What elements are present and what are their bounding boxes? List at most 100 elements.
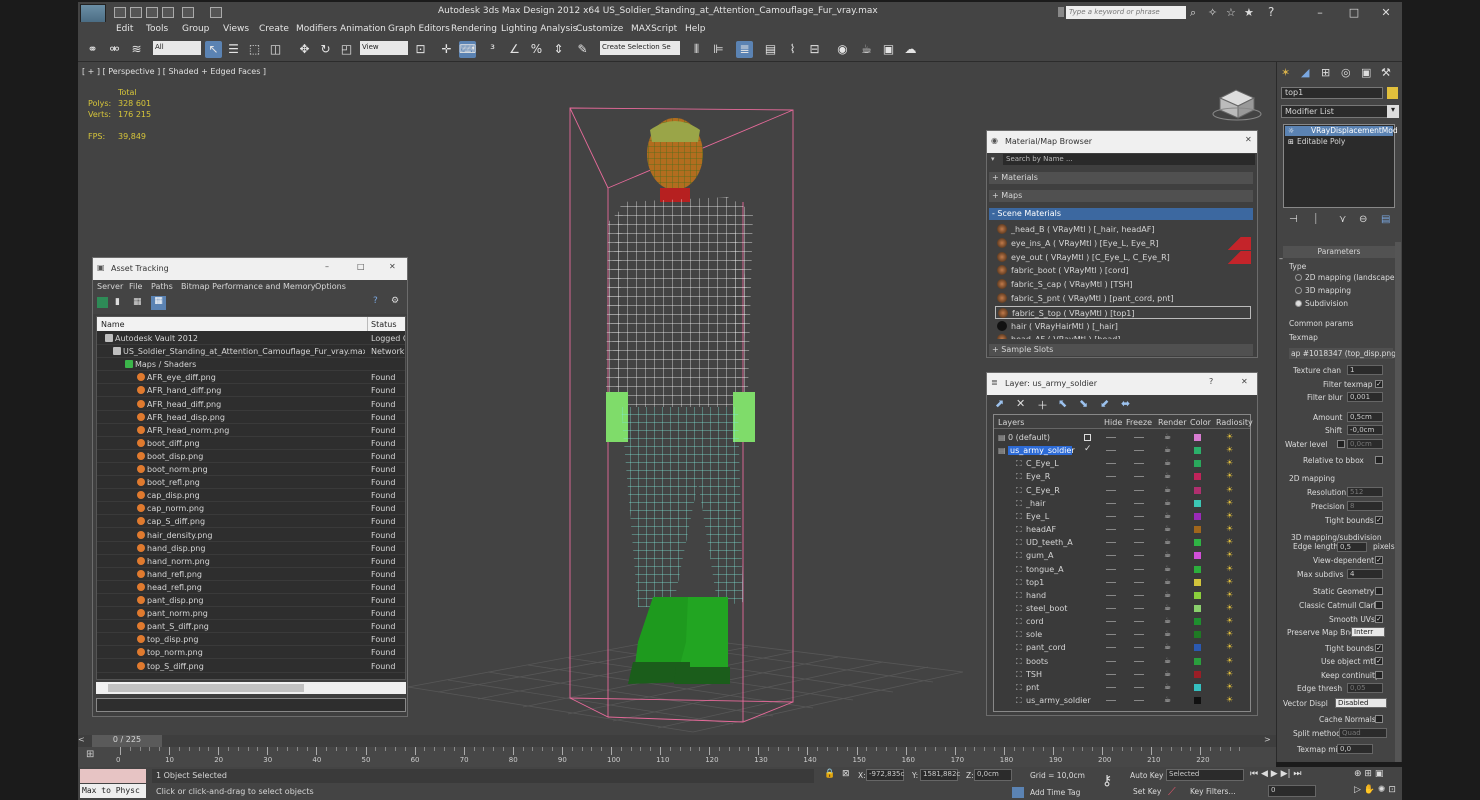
pin-stack-icon[interactable]: ⊣ <box>1289 214 1298 225</box>
minimize-button[interactable]: – <box>1306 4 1334 22</box>
layer-freeze-toggle[interactable] <box>1134 568 1144 570</box>
material-item[interactable]: head_AF ( VRayMtl ) [head] <box>995 333 1251 339</box>
layer-hide-toggle[interactable] <box>1106 515 1116 517</box>
teapot-render-icon[interactable]: ☕ <box>1164 511 1171 520</box>
asset-scroll-thumb[interactable] <box>108 684 304 692</box>
radiosity-icon[interactable]: ☀ <box>1226 432 1233 441</box>
layer-row[interactable]: ⛶ C_Eye_R ☕ ☀ <box>994 484 1250 497</box>
layer-color-swatch[interactable] <box>1194 539 1201 547</box>
teapot-render-icon[interactable]: ☕ <box>1164 695 1171 704</box>
layer-hide-toggle[interactable] <box>1106 594 1116 596</box>
radiosity-icon[interactable]: ☀ <box>1226 656 1233 665</box>
active-layer-checkbox[interactable] <box>1084 434 1091 441</box>
teapot-render-icon[interactable]: ☕ <box>1164 458 1171 467</box>
smooth-uvs-label[interactable]: Smooth UVs <box>1329 615 1375 624</box>
remove-modifier-icon[interactable]: ⊖ <box>1359 214 1367 225</box>
layer-freeze-toggle[interactable] <box>1134 621 1144 623</box>
unlink-icon[interactable]: ⚮ <box>106 41 123 58</box>
preserve-map-dropdown[interactable]: Interr <box>1351 627 1385 637</box>
layer-hide-toggle[interactable] <box>1106 437 1116 438</box>
expand-icon[interactable]: ⊞ <box>1288 138 1294 146</box>
layer-freeze-toggle[interactable] <box>1134 542 1144 544</box>
col-freeze[interactable]: Freeze <box>1126 418 1152 427</box>
cache-normals-label[interactable]: Cache Normals <box>1319 715 1376 724</box>
table-row[interactable]: hand_refl.png Found <box>97 568 405 581</box>
edge-length-spinner[interactable]: 0,5 <box>1337 542 1367 552</box>
layer-hide-toggle[interactable] <box>1106 581 1116 583</box>
layer-row[interactable]: ⛶ top1 ☕ ☀ <box>994 576 1250 589</box>
table-row[interactable]: head_refl.png Found <box>97 581 405 594</box>
highlight-selected-icon[interactable]: ⬊ <box>1079 397 1088 410</box>
asset-grid-view-icon[interactable]: ▦ <box>151 296 166 310</box>
pivot-center-icon[interactable]: ⊡ <box>412 41 429 58</box>
current-layer-check-icon[interactable]: ✓ <box>1084 444 1092 454</box>
shift-spinner[interactable]: -0,0cm <box>1347 425 1383 435</box>
selection-region-icon[interactable]: ⬚ <box>246 41 263 58</box>
menu-graph-editors[interactable]: Graph Editors <box>388 24 450 34</box>
edge-thresh-spinner[interactable]: 0,05 <box>1347 683 1383 693</box>
align-icon[interactable]: ⊫ <box>710 41 727 58</box>
material-editor-icon[interactable]: ◉ <box>834 41 851 58</box>
static-geometry-checkbox[interactable] <box>1375 587 1383 595</box>
modify-tab-icon[interactable]: ◢ <box>1301 66 1309 79</box>
layer-hide-toggle[interactable] <box>1106 700 1116 701</box>
material-browser-close-button[interactable]: ✕ <box>1245 135 1252 144</box>
filter-blur-spinner[interactable]: 0,001 <box>1347 392 1383 402</box>
menu-help[interactable]: Help <box>685 24 706 34</box>
layer-freeze-toggle[interactable] <box>1134 581 1144 583</box>
hide-all-layers-icon[interactable]: ⬋ <box>1100 397 1109 410</box>
layer-row[interactable]: ⛶ hand ☕ ☀ <box>994 589 1250 602</box>
layer-hide-toggle[interactable] <box>1106 607 1116 609</box>
y-coord-input[interactable]: 1581,882c <box>920 769 960 781</box>
menu-tools[interactable]: Tools <box>146 24 168 34</box>
next-frame-icon[interactable]: ▶| <box>1281 769 1291 779</box>
command-panel-scrollbar[interactable] <box>1395 242 1401 762</box>
layer-freeze-toggle[interactable] <box>1134 437 1144 438</box>
layer-freeze-toggle[interactable] <box>1134 607 1144 609</box>
schematic-view-icon[interactable]: ⊟ <box>806 41 823 58</box>
radio-3d-mapping-label[interactable]: 3D mapping <box>1305 286 1351 295</box>
resolution-spinner[interactable]: 512 <box>1347 487 1383 497</box>
layer-hide-toggle[interactable] <box>1106 502 1116 504</box>
menu-modifiers[interactable]: Modifiers <box>296 24 337 34</box>
layer-hide-toggle[interactable] <box>1106 489 1116 491</box>
water-level-checkbox[interactable] <box>1337 440 1345 448</box>
section-scene-materials[interactable]: - Scene Materials <box>989 208 1253 220</box>
make-unique-icon[interactable]: ⋎ <box>1339 214 1346 225</box>
orbit-icon[interactable]: ✺ <box>1378 785 1386 795</box>
layer-freeze-toggle[interactable] <box>1134 450 1144 452</box>
field-of-view-icon[interactable]: ▷ <box>1354 785 1361 795</box>
time-slider-prev-icon[interactable]: < <box>78 735 88 747</box>
col-status-header[interactable]: Status <box>371 320 397 329</box>
layer-freeze-toggle[interactable] <box>1134 529 1144 531</box>
asset-close-button[interactable]: ✕ <box>389 262 396 271</box>
z-coord-input[interactable]: 0,0cm <box>974 769 1012 781</box>
layer-freeze-toggle[interactable] <box>1134 515 1144 517</box>
layer-color-swatch[interactable] <box>1194 552 1201 560</box>
table-row[interactable]: top_disp.png Found <box>97 633 405 647</box>
layer-color-swatch[interactable] <box>1194 618 1201 626</box>
asset-tracking-titlebar[interactable]: ▣ Asset Tracking – □ ✕ <box>93 258 407 280</box>
layer-hide-toggle[interactable] <box>1106 542 1116 544</box>
teapot-render-icon[interactable]: ☕ <box>1164 471 1171 480</box>
go-to-end-icon[interactable]: ⏭ <box>1293 769 1301 779</box>
teapot-render-icon[interactable]: ☕ <box>1164 603 1171 612</box>
table-row[interactable]: boot_norm.png Found <box>97 463 405 476</box>
teapot-render-icon[interactable]: ☕ <box>1164 445 1171 454</box>
relative-bbox-label[interactable]: Relative to bbox <box>1303 456 1364 465</box>
layer-row[interactable]: ⛶ tongue_A ☕ ☀ <box>994 563 1250 576</box>
layer-hide-toggle[interactable] <box>1106 555 1116 557</box>
layer-row[interactable]: ⛶ TSH ☕ ☀ <box>994 668 1250 681</box>
hierarchy-tab-icon[interactable]: ⊞ <box>1321 66 1330 79</box>
modifier-list-dropdown[interactable]: Modifier List <box>1281 105 1389 118</box>
add-to-layer-icon[interactable]: ＋ <box>1037 397 1048 413</box>
layer-close-button[interactable]: ✕ <box>1241 377 1248 386</box>
table-row[interactable]: boot_diff.png Found <box>97 437 405 450</box>
curve-editor-icon[interactable]: ⌇ <box>784 41 801 58</box>
layer-freeze-toggle[interactable] <box>1134 686 1144 688</box>
texture-chan-spinner[interactable]: 1 <box>1347 365 1383 375</box>
set-key-button[interactable]: Set Key <box>1133 787 1161 796</box>
subscription-icon[interactable]: ✧ <box>1208 6 1217 19</box>
radio-2d-mapping-label[interactable]: 2D mapping (landscape) <box>1305 273 1397 282</box>
teapot-render-icon[interactable]: ☕ <box>1164 537 1171 546</box>
